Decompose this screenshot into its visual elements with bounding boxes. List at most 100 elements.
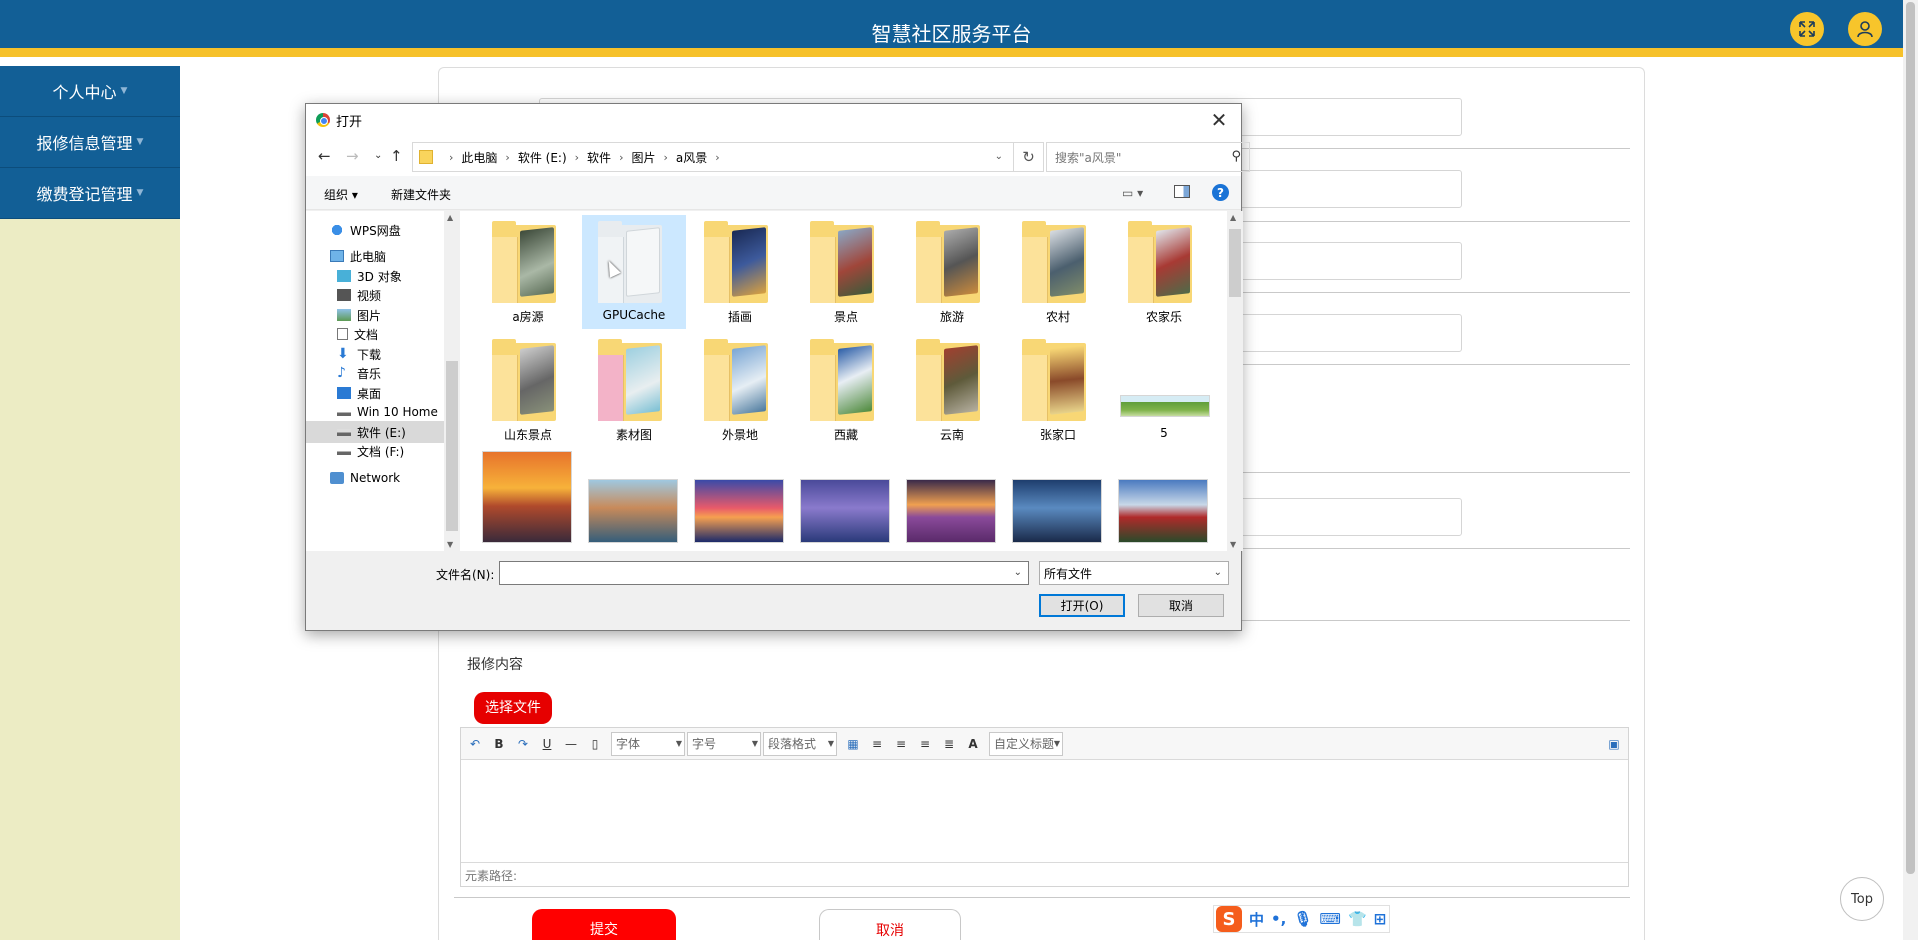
paragraph-format-select[interactable]: 段落格式 ▼ xyxy=(763,731,837,756)
filename-input[interactable]: ⌄ xyxy=(499,561,1029,585)
help-icon[interactable]: ? xyxy=(1212,184,1229,201)
image-thumbnail[interactable] xyxy=(482,451,572,543)
scroll-down-icon[interactable]: ▼ xyxy=(1230,540,1236,549)
search-input[interactable]: 搜索"a风景" ⚲ xyxy=(1046,142,1250,172)
preview-pane-icon[interactable] xyxy=(1174,185,1190,198)
folder-item[interactable]: 张家口 xyxy=(1006,333,1110,447)
editor-content-area[interactable] xyxy=(461,760,1628,862)
sogou-logo-icon[interactable]: S xyxy=(1216,906,1242,932)
font-family-value: 字体 xyxy=(616,737,641,751)
organize-menu[interactable]: 组织 ▾ xyxy=(324,186,358,203)
bold-icon[interactable]: B xyxy=(491,736,507,752)
recent-locations-icon[interactable]: ⌄ xyxy=(374,150,382,161)
align-center-icon[interactable]: ≡ xyxy=(917,736,933,752)
change-view-icon[interactable]: ▭ ▾ xyxy=(1122,186,1143,200)
folder-item[interactable]: 西藏 xyxy=(794,333,898,447)
image-thumbnail[interactable] xyxy=(1118,479,1208,543)
scroll-up-icon[interactable]: ▲ xyxy=(1230,213,1236,222)
up-arrow-icon[interactable]: ↑ xyxy=(390,147,403,165)
folder-item[interactable]: 插画 xyxy=(688,215,792,329)
tree-item-music[interactable]: ♪ 音乐 xyxy=(333,362,381,384)
expand-arrows-icon[interactable] xyxy=(1790,12,1824,46)
image-item[interactable]: 5 xyxy=(1112,333,1216,447)
folder-item[interactable]: 素材图 xyxy=(582,333,686,447)
page-scrollbar[interactable] xyxy=(1903,0,1918,940)
sidebar-item-payment[interactable]: 缴费登记管理 ▼ xyxy=(0,168,180,219)
scroll-thumb[interactable] xyxy=(1229,229,1241,297)
folder-item[interactable]: 农家乐 xyxy=(1112,215,1216,329)
font-color-icon[interactable]: A xyxy=(965,736,981,752)
file-type-select[interactable]: 所有文件 ⌄ xyxy=(1039,561,1229,585)
redo-icon[interactable]: ↷ xyxy=(515,736,531,752)
tree-item-videos[interactable]: 视频 xyxy=(333,284,381,306)
horizontal-rule-icon[interactable]: — xyxy=(563,736,579,752)
submit-button[interactable]: 提交 xyxy=(532,909,676,940)
breadcrumb-item[interactable]: 软件 xyxy=(587,149,611,166)
tree-item-drive-f[interactable]: 文档 (F:) xyxy=(333,440,404,462)
folder-item[interactable]: 云南 xyxy=(900,333,1004,447)
fullscreen-icon[interactable]: ▣ xyxy=(1606,736,1622,752)
custom-title-select[interactable]: 自定义标题 ▼ xyxy=(989,731,1063,756)
choose-file-button[interactable]: 选择文件 xyxy=(474,692,552,724)
image-thumbnail[interactable] xyxy=(906,479,996,543)
breadcrumb-item[interactable]: 此电脑 xyxy=(461,149,497,166)
underline-icon[interactable]: U xyxy=(539,736,555,752)
file-grid-scrollbar[interactable]: ▲ ▼ xyxy=(1227,211,1243,551)
chevron-down-icon[interactable]: ⌄ xyxy=(1014,567,1022,578)
ime-punctuation-indicator[interactable]: •, xyxy=(1271,910,1286,928)
folder-item[interactable]: a房源 xyxy=(476,215,580,329)
dialog-titlebar[interactable]: 打开 ✕ xyxy=(306,104,1241,136)
undo-icon[interactable]: ↶ xyxy=(467,736,483,752)
align-left-icon[interactable]: ≡ xyxy=(869,736,885,752)
open-button[interactable]: 打开(O) xyxy=(1039,594,1125,617)
skin-shirt-icon[interactable]: 👕 xyxy=(1348,910,1367,928)
scroll-thumb[interactable] xyxy=(1906,2,1915,874)
sidebar-item-repair[interactable]: 报修信息管理 ▼ xyxy=(0,117,180,168)
refresh-icon[interactable]: ↻ xyxy=(1014,142,1044,172)
tree-scrollbar[interactable]: ▲ ▼ xyxy=(444,211,460,551)
new-folder-button[interactable]: 新建文件夹 xyxy=(391,186,451,203)
image-thumbnail[interactable] xyxy=(694,479,784,543)
folder-item[interactable]: 外景地 xyxy=(688,333,792,447)
ime-mode-indicator[interactable]: 中 xyxy=(1249,909,1264,930)
tree-item-wps[interactable]: WPS网盘 xyxy=(326,219,401,241)
breadcrumb-item[interactable]: 图片 xyxy=(631,149,655,166)
microphone-icon[interactable]: 🎙 xyxy=(1293,910,1312,928)
folder-item[interactable]: 景点 xyxy=(794,215,898,329)
scroll-thumb[interactable] xyxy=(446,361,458,531)
tree-item-documents[interactable]: 文档 xyxy=(333,323,378,345)
back-to-top-button[interactable]: Top xyxy=(1840,877,1884,921)
font-family-select[interactable]: 字体 ▼ xyxy=(611,731,685,756)
font-size-select[interactable]: 字号 ▼ xyxy=(687,731,761,756)
align-right-icon[interactable]: ≡ xyxy=(893,736,909,752)
toolbox-grid-icon[interactable]: ⊞ xyxy=(1374,910,1387,928)
scroll-up-icon[interactable]: ▲ xyxy=(447,213,453,222)
image-thumbnail[interactable] xyxy=(800,479,890,543)
table-icon[interactable]: ▦ xyxy=(845,736,861,752)
tree-item-this-pc[interactable]: 此电脑 xyxy=(326,245,386,267)
back-arrow-icon[interactable]: ← xyxy=(318,147,331,165)
organize-label: 组织 xyxy=(324,188,349,202)
page-icon[interactable]: ▯ xyxy=(587,736,603,752)
folder-item[interactable]: 农村 xyxy=(1006,215,1110,329)
folder-item[interactable]: 山东景点 xyxy=(476,333,580,447)
align-justify-icon[interactable]: ≣ xyxy=(941,736,957,752)
address-bar[interactable]: › 此电脑 › 软件 (E:) › 软件 › 图片 › a风景 › ⌄ xyxy=(412,142,1014,172)
folder-item[interactable]: 旅游 xyxy=(900,215,1004,329)
dialog-cancel-button[interactable]: 取消 xyxy=(1138,594,1224,617)
user-icon[interactable] xyxy=(1848,12,1882,46)
cancel-button[interactable]: 取消 xyxy=(819,909,961,940)
tree-item-network[interactable]: Network xyxy=(326,467,400,489)
close-icon[interactable]: ✕ xyxy=(1207,108,1231,132)
breadcrumb-item[interactable]: a风景 xyxy=(676,149,707,166)
scroll-down-icon[interactable]: ▼ xyxy=(447,540,453,549)
image-thumbnail[interactable] xyxy=(588,479,678,543)
image-thumbnail[interactable] xyxy=(1012,479,1102,543)
sidebar-item-profile[interactable]: 个人中心 ▼ xyxy=(0,66,180,117)
folder-item-selected[interactable]: GPUCache xyxy=(582,215,686,329)
keyboard-icon[interactable]: ⌨ xyxy=(1319,910,1341,928)
breadcrumb-item[interactable]: 软件 (E:) xyxy=(518,149,567,166)
chevron-down-icon[interactable]: ⌄ xyxy=(995,151,1003,162)
forward-arrow-icon[interactable]: → xyxy=(346,147,359,165)
tree-item-win10[interactable]: Win 10 Home xyxy=(333,401,438,423)
